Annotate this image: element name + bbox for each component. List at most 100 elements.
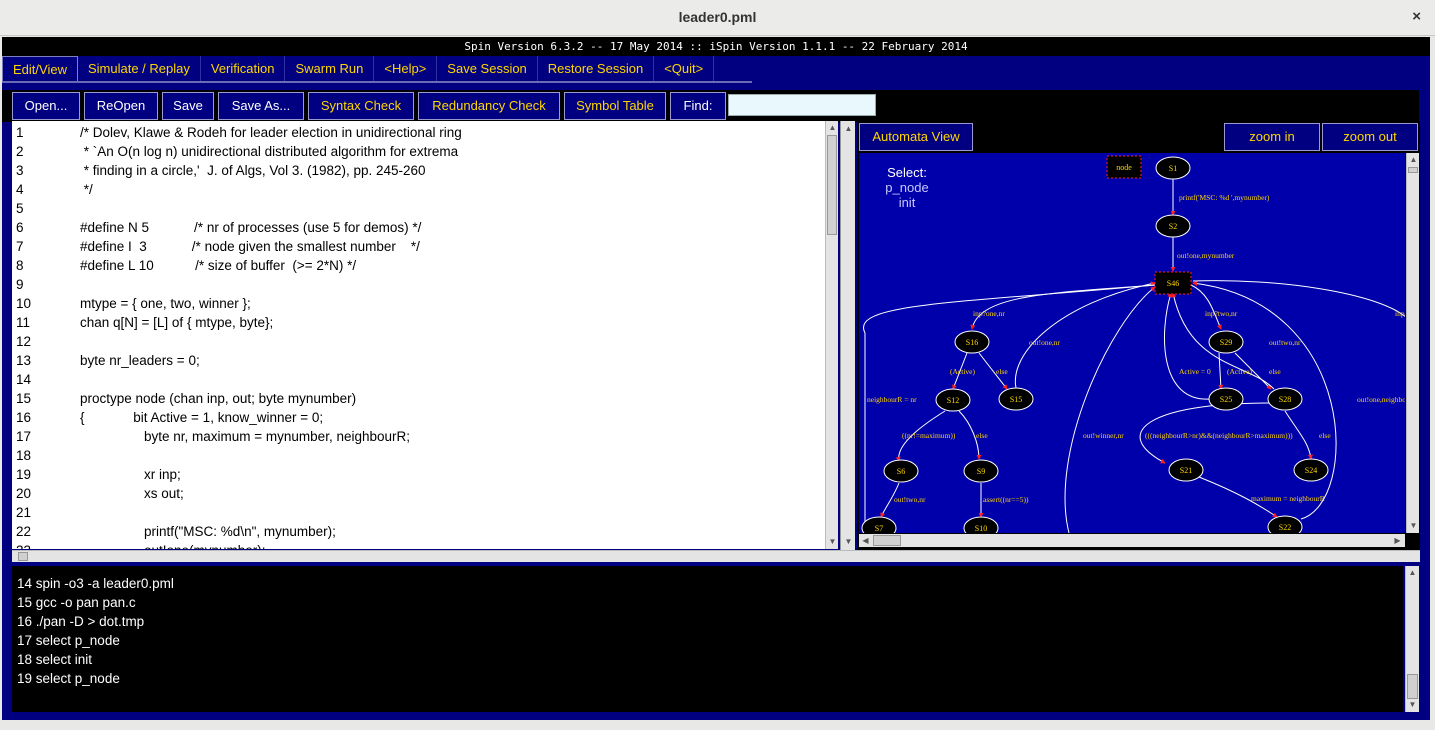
automata-vscroll-thumb[interactable] [1408, 167, 1418, 173]
proc-p-node[interactable]: p_node [885, 180, 928, 195]
state-node[interactable]: S15 [998, 387, 1034, 411]
console-line: 15 gcc -o pan pan.c [17, 595, 136, 610]
state-node[interactable]: S22 [1267, 515, 1303, 533]
editor-scroll-thumb[interactable] [827, 135, 837, 235]
edge-label: (Active) [1227, 367, 1252, 376]
pane-splitter[interactable] [12, 550, 1420, 562]
state-node[interactable]: S46 [1154, 271, 1192, 295]
state-node[interactable]: S28 [1267, 387, 1303, 411]
tab-save-session[interactable]: Save Session [437, 56, 538, 81]
scroll-left-icon[interactable]: ◀ [860, 535, 871, 546]
console-vscrollbar[interactable]: ▲ ▼ [1405, 566, 1419, 712]
code-line: 2 * `An O(n log n) unidirectional distri… [16, 142, 816, 161]
code-text: mtype = { one, two, winner }; [80, 296, 251, 311]
symbol-table-button[interactable]: Symbol Table [564, 92, 666, 120]
tab-simulate-replay[interactable]: Simulate / Replay [78, 56, 201, 81]
state-node[interactable]: S9 [963, 459, 999, 483]
automata-vscrollbar[interactable]: ▲ ▼ [1406, 153, 1419, 533]
automata-hscroll-thumb[interactable] [873, 535, 901, 546]
code-editor[interactable]: 1 /* Dolev, Klawe & Rodeh for leader elec… [12, 121, 827, 549]
scroll-right-icon[interactable]: ▶ [1392, 535, 1403, 546]
edge-label: out!one,nr [1029, 338, 1061, 347]
divider-up-icon[interactable]: ▲ [843, 123, 854, 134]
line-number: 4 [16, 182, 24, 197]
edge-s15-s46 [1014, 281, 1156, 389]
state-node[interactable]: S1 [1155, 156, 1191, 180]
editor-vscrollbar[interactable]: ▲ ▼ [825, 121, 838, 549]
state-label: S29 [1220, 338, 1232, 347]
close-icon[interactable]: × [1412, 8, 1421, 25]
code-text: xs out; [144, 486, 184, 501]
line-number: 7 [16, 239, 24, 254]
tab-underline [2, 81, 752, 83]
code-text: byte nr, maximum = mynumber, neighbourR; [144, 429, 410, 444]
tab-swarm-run[interactable]: Swarm Run [285, 56, 375, 81]
state-node[interactable]: S12 [935, 388, 971, 412]
line-number: 23 [16, 541, 56, 549]
state-node[interactable]: S2 [1155, 214, 1191, 238]
state-node[interactable]: S10 [963, 516, 999, 533]
scroll-down-icon[interactable]: ▼ [1407, 699, 1418, 710]
scroll-up-icon[interactable]: ▲ [1408, 154, 1419, 165]
select-label: Select: [887, 165, 927, 180]
code-text: chan q[N] = [L] of { mtype, byte}; [80, 315, 274, 330]
edge-label: assert((nr==5)) [983, 495, 1029, 504]
scroll-down-icon[interactable]: ▼ [1408, 520, 1419, 531]
automata-hscrollbar[interactable]: ◀ ▶ [859, 534, 1405, 547]
state-node[interactable]: S25 [1208, 387, 1244, 411]
find-input[interactable] [728, 94, 876, 116]
editor-toolbar: Open... ReOpen Save Save As... Syntax Ch… [2, 90, 1419, 122]
save-button[interactable]: Save [162, 92, 214, 120]
open-button[interactable]: Open... [12, 92, 80, 120]
code-line: 8 #define L 10 /* size of buffer (>= 2*N)… [16, 256, 816, 275]
automata-view-button[interactable]: Automata View [859, 123, 973, 151]
edge-label: (Active) [950, 367, 975, 376]
save-as-button[interactable]: Save As... [218, 92, 304, 120]
scroll-down-icon[interactable]: ▼ [827, 536, 838, 547]
divider-down-icon[interactable]: ▼ [843, 536, 854, 547]
tab-help[interactable]: <Help> [374, 56, 438, 81]
tab-quit[interactable]: <Quit> [654, 56, 715, 81]
zoom-out-button[interactable]: zoom out [1322, 123, 1418, 151]
edge-s46-s16 [970, 284, 1156, 330]
edge-label-group: printf('MSC: %d ',mynumber) out!one,mynu… [867, 193, 1405, 504]
state-node[interactable]: S29 [1208, 330, 1244, 354]
reopen-button[interactable]: ReOpen [84, 92, 158, 120]
line-number: 16 [16, 410, 32, 425]
code-text: #define I 3 /* node given the smallest n… [80, 239, 420, 254]
code-text: out!one(mynumber); [144, 541, 266, 549]
zoom-in-button[interactable]: zoom in [1224, 123, 1320, 151]
state-node[interactable]: S21 [1168, 458, 1204, 482]
proc-init[interactable]: init [899, 195, 916, 210]
code-line: 5 [16, 199, 816, 218]
tab-edit-view[interactable]: Edit/View [2, 56, 78, 81]
automata-canvas[interactable]: Select: p_node init node printf('MSC: %d… [859, 153, 1405, 533]
pane-divider[interactable]: ▲ ▼ [840, 121, 855, 550]
splitter-handle[interactable] [18, 552, 28, 561]
state-node[interactable]: S7 [861, 516, 897, 533]
window-titlebar: leader0.pml × [0, 0, 1435, 36]
redundancy-check-button[interactable]: Redundancy Check [418, 92, 560, 120]
line-number: 15 [16, 391, 32, 406]
scroll-up-icon[interactable]: ▲ [1407, 567, 1418, 578]
state-label: S22 [1279, 523, 1291, 532]
edge-label: inp?one,nr [973, 309, 1005, 318]
line-number: 21 [16, 505, 32, 520]
tab-restore-session[interactable]: Restore Session [538, 56, 655, 81]
scroll-up-icon[interactable]: ▲ [827, 122, 838, 133]
console-scroll-thumb[interactable] [1407, 674, 1418, 699]
tab-verification[interactable]: Verification [201, 56, 286, 81]
code-line: 13 byte nr_leaders = 0; [16, 351, 816, 370]
code-line: 10 mtype = { one, two, winner }; [16, 294, 816, 313]
legend-node-label: node [1116, 163, 1132, 172]
edge-label: maximum = neighbourR [1251, 494, 1325, 503]
state-label: S6 [897, 467, 905, 476]
state-node[interactable]: S24 [1293, 458, 1329, 482]
console-line: 16 ./pan -D > dot.tmp [17, 614, 145, 629]
code-text: */ [80, 182, 93, 197]
state-node[interactable]: S6 [883, 459, 919, 483]
line-number: 3 [16, 163, 24, 178]
state-label: S25 [1220, 395, 1232, 404]
syntax-check-button[interactable]: Syntax Check [308, 92, 414, 120]
state-node[interactable]: S16 [954, 330, 990, 354]
